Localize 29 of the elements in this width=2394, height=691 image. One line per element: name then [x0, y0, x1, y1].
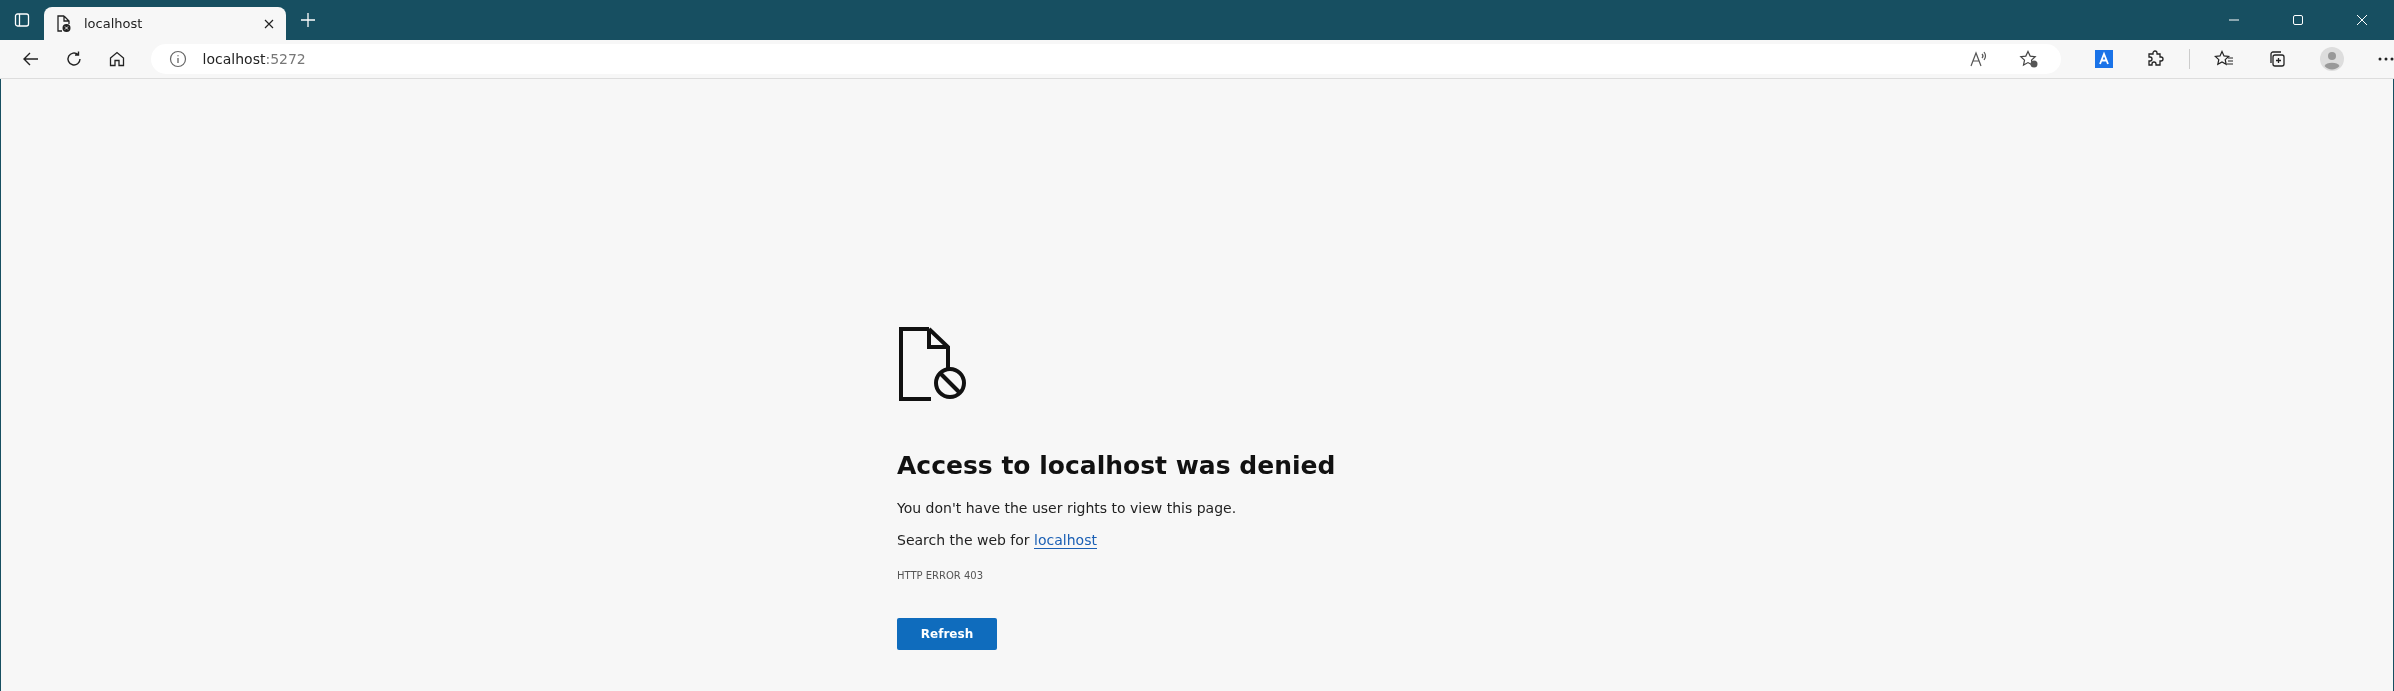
search-prompt-text: Search the web for — [897, 532, 1030, 548]
reload-icon[interactable] — [65, 50, 84, 68]
back-arrow-icon[interactable] — [22, 50, 41, 68]
favorite-add-icon[interactable] — [2019, 50, 2039, 68]
maximize-icon[interactable] — [2292, 14, 2304, 26]
favorites-icon[interactable] — [2214, 50, 2234, 68]
url-text: localhost:5272 — [202, 51, 306, 67]
home-icon[interactable] — [108, 50, 127, 68]
read-aloud-icon[interactable] — [1969, 50, 1989, 68]
info-icon[interactable] — [168, 50, 187, 68]
blocked-document-icon — [897, 327, 967, 401]
translate-extension-icon[interactable] — [2095, 50, 2113, 68]
blocked-page-icon — [56, 14, 72, 33]
error-message: You don't have the user rights to view this page. — [897, 500, 1237, 516]
tab-actions-icon[interactable] — [14, 12, 30, 28]
error-code: HTTP ERROR 403 — [897, 570, 984, 581]
extensions-icon[interactable] — [2147, 50, 2165, 68]
profile-avatar-icon[interactable] — [2320, 47, 2344, 71]
tab-title: localhost — [84, 16, 143, 31]
address-bar[interactable]: localhost:5272 — [150, 44, 2061, 74]
browser-tab[interactable]: localhost — [44, 7, 286, 40]
refresh-button[interactable]: Refresh — [897, 618, 997, 650]
more-options-icon[interactable] — [2378, 57, 2394, 61]
search-link[interactable]: localhost — [1034, 532, 1097, 549]
error-heading: Access to localhost was denied — [897, 451, 1336, 480]
close-icon[interactable] — [2356, 14, 2368, 26]
collections-icon[interactable] — [2268, 50, 2286, 68]
close-tab-icon[interactable] — [264, 18, 274, 29]
plus-icon[interactable] — [300, 12, 316, 28]
